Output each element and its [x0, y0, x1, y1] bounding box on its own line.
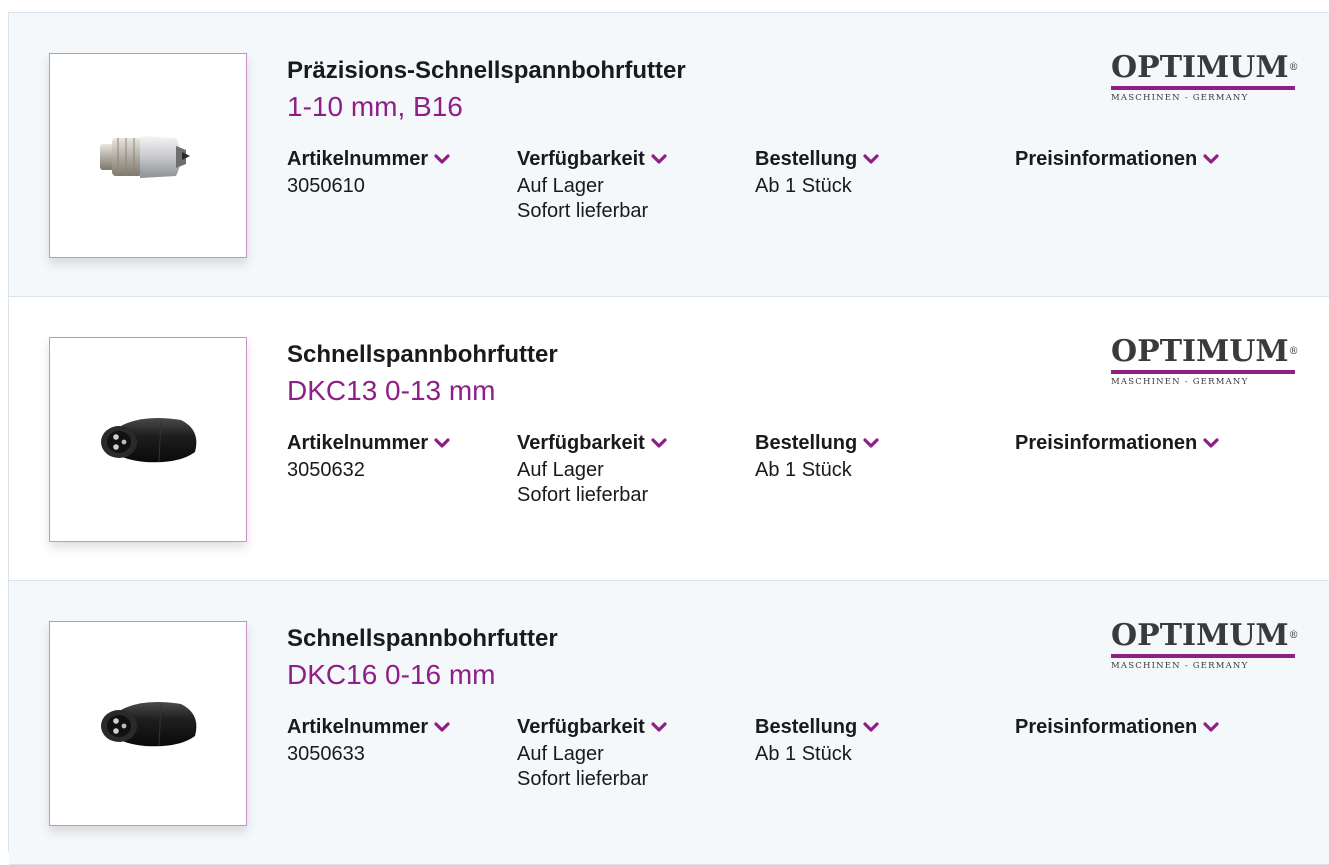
product-image[interactable]	[49, 53, 247, 258]
brand-logo-tagline: MASCHINEN - GERMANY	[1111, 93, 1249, 103]
availability-column: Verfügbarkeit Auf Lager Sofort lieferbar	[517, 716, 667, 792]
order-toggle[interactable]: Bestellung	[755, 148, 879, 171]
article-number-value: 3050610	[287, 175, 365, 197]
brand-logo: OPTIMUM® MASCHINEN - GERMANY	[1111, 618, 1299, 673]
availability-toggle[interactable]: Verfügbarkeit	[517, 432, 667, 455]
article-number-toggle[interactable]: Artikelnummer	[287, 148, 450, 171]
article-number-label: Artikelnummer	[287, 432, 429, 454]
price-info-toggle[interactable]: Preisinformationen	[1015, 432, 1219, 455]
order-value: Ab 1 Stück	[755, 175, 852, 197]
article-number-column: Artikelnummer 3050633	[287, 716, 450, 767]
availability-delivery: Sofort lieferbar	[517, 200, 649, 222]
brand-logo: OPTIMUM® MASCHINEN - GERMANY	[1111, 334, 1299, 389]
brand-logo: OPTIMUM® MASCHINEN - GERMANY	[1111, 50, 1299, 105]
availability-status: Auf Lager	[517, 175, 604, 197]
product-title[interactable]: Schnellspannbohrfutter	[287, 341, 558, 369]
product-subtitle[interactable]: DKC13 0-13 mm	[287, 375, 496, 407]
price-info-column: Preisinformationen	[1015, 716, 1219, 739]
chevron-down-icon	[863, 438, 879, 448]
product-image[interactable]	[49, 337, 247, 542]
price-info-column: Preisinformationen	[1015, 148, 1219, 171]
chevron-down-icon	[434, 154, 450, 164]
product-subtitle[interactable]: 1-10 mm, B16	[287, 91, 463, 123]
product-image[interactable]	[49, 621, 247, 826]
availability-status: Auf Lager	[517, 459, 604, 481]
order-label: Bestellung	[755, 432, 858, 454]
product-row: Präzisions-Schnellspannbohrfutter 1-10 m…	[9, 13, 1329, 297]
order-toggle[interactable]: Bestellung	[755, 432, 879, 455]
article-number-toggle[interactable]: Artikelnummer	[287, 716, 450, 739]
silver-drill-chuck-icon	[100, 135, 190, 178]
brand-logo-tagline: MASCHINEN - GERMANY	[1111, 661, 1249, 671]
article-number-toggle[interactable]: Artikelnummer	[287, 432, 450, 455]
black-drill-chuck-icon	[101, 417, 197, 462]
chevron-down-icon	[863, 722, 879, 732]
availability-label: Verfügbarkeit	[517, 148, 645, 170]
availability-status: Auf Lager	[517, 743, 604, 765]
price-info-toggle[interactable]: Preisinformationen	[1015, 148, 1219, 171]
price-info-toggle[interactable]: Preisinformationen	[1015, 716, 1219, 739]
product-row: Schnellspannbohrfutter DKC13 0-13 mm Art…	[9, 297, 1329, 581]
brand-logo-bar	[1111, 86, 1295, 90]
brand-logo-wordmark: OPTIMUM®	[1111, 50, 1299, 85]
order-label: Bestellung	[755, 716, 858, 738]
order-column: Bestellung Ab 1 Stück	[755, 432, 879, 483]
price-info-label: Preisinformationen	[1015, 148, 1198, 170]
chevron-down-icon	[651, 154, 667, 164]
availability-label: Verfügbarkeit	[517, 432, 645, 454]
chevron-down-icon	[434, 722, 450, 732]
chevron-down-icon	[863, 154, 879, 164]
order-column: Bestellung Ab 1 Stück	[755, 716, 879, 767]
availability-delivery: Sofort lieferbar	[517, 484, 649, 506]
availability-toggle[interactable]: Verfügbarkeit	[517, 716, 667, 739]
order-value: Ab 1 Stück	[755, 459, 852, 481]
product-row: Schnellspannbohrfutter DKC16 0-16 mm Art…	[9, 581, 1329, 865]
chevron-down-icon	[434, 438, 450, 448]
brand-logo-tagline: MASCHINEN - GERMANY	[1111, 377, 1249, 387]
article-number-column: Artikelnummer 3050610	[287, 148, 450, 199]
product-title[interactable]: Präzisions-Schnellspannbohrfutter	[287, 57, 686, 85]
price-info-label: Preisinformationen	[1015, 432, 1198, 454]
article-number-value: 3050632	[287, 459, 365, 481]
price-info-column: Preisinformationen	[1015, 432, 1219, 455]
chevron-down-icon	[1203, 154, 1219, 164]
product-title[interactable]: Schnellspannbohrfutter	[287, 625, 558, 653]
availability-column: Verfügbarkeit Auf Lager Sofort lieferbar	[517, 432, 667, 508]
order-column: Bestellung Ab 1 Stück	[755, 148, 879, 199]
product-list: Präzisions-Schnellspannbohrfutter 1-10 m…	[8, 12, 1329, 865]
availability-column: Verfügbarkeit Auf Lager Sofort lieferbar	[517, 148, 667, 224]
article-number-column: Artikelnummer 3050632	[287, 432, 450, 483]
chevron-down-icon	[1203, 722, 1219, 732]
product-subtitle[interactable]: DKC16 0-16 mm	[287, 659, 496, 691]
article-number-label: Artikelnummer	[287, 148, 429, 170]
brand-logo-bar	[1111, 654, 1295, 658]
brand-logo-bar	[1111, 370, 1295, 374]
price-info-label: Preisinformationen	[1015, 716, 1198, 738]
brand-logo-wordmark: OPTIMUM®	[1111, 334, 1299, 369]
order-value: Ab 1 Stück	[755, 743, 852, 765]
chevron-down-icon	[651, 438, 667, 448]
brand-logo-wordmark: OPTIMUM®	[1111, 618, 1299, 653]
availability-delivery: Sofort lieferbar	[517, 768, 649, 790]
black-drill-chuck-icon	[101, 701, 197, 746]
chevron-down-icon	[651, 722, 667, 732]
availability-label: Verfügbarkeit	[517, 716, 645, 738]
chevron-down-icon	[1203, 438, 1219, 448]
order-toggle[interactable]: Bestellung	[755, 716, 879, 739]
article-number-value: 3050633	[287, 743, 365, 765]
order-label: Bestellung	[755, 148, 858, 170]
article-number-label: Artikelnummer	[287, 716, 429, 738]
availability-toggle[interactable]: Verfügbarkeit	[517, 148, 667, 171]
